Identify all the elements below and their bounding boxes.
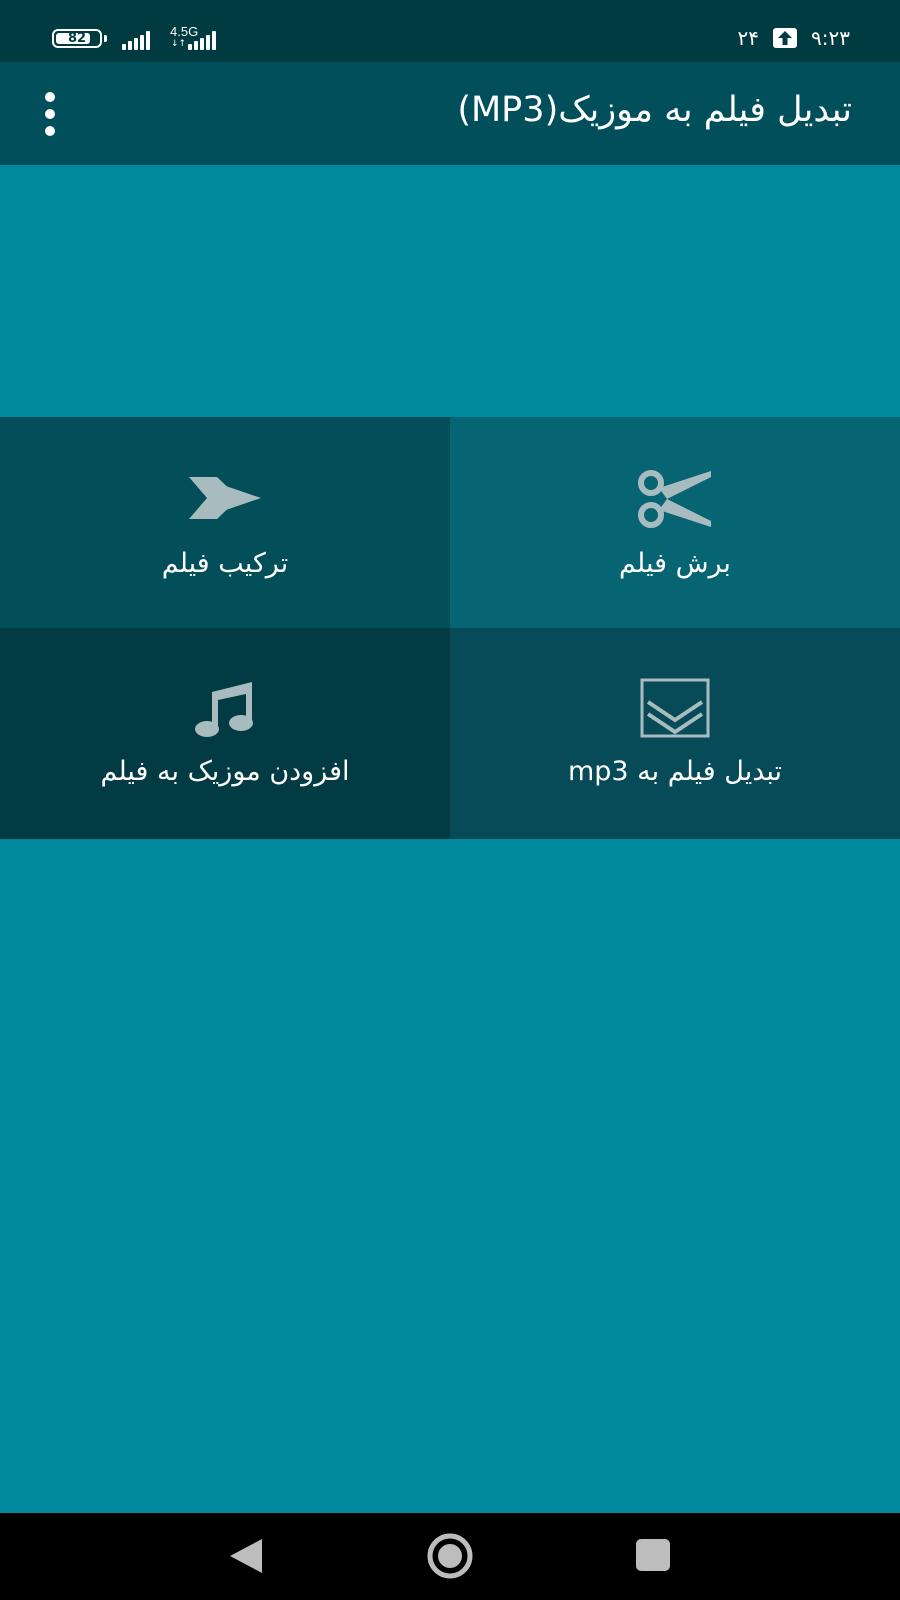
signal-icon-2: [188, 30, 216, 50]
battery-nub: [104, 35, 107, 42]
upload-icon: [773, 28, 798, 48]
cut-video-tile[interactable]: برش فیلم: [450, 417, 900, 628]
merge-video-tile[interactable]: ترکیب فیلم: [0, 417, 450, 628]
menu-dot-icon: [45, 109, 55, 119]
music-note-icon: [194, 680, 256, 742]
home-icon: [427, 1533, 473, 1579]
add-music-label: افزودن موزیک به فیلم: [100, 756, 350, 787]
recents-icon: [636, 1539, 670, 1571]
merge-video-label: ترکیب فیلم: [161, 548, 289, 579]
app-title: تبدیل فیلم به موزیک(MP3): [457, 90, 852, 130]
data-arrows: ↓↑: [171, 39, 187, 49]
app-bar: تبدیل فیلم به موزیک(MP3): [0, 62, 900, 165]
screen: 82 4.5G ↓↑ ۲۴ ۹:۲۳ تبدیل فیلم به موزیک(M…: [0, 0, 900, 1600]
back-button[interactable]: [218, 1531, 274, 1581]
overflow-menu-button[interactable]: [30, 86, 70, 142]
add-music-tile[interactable]: افزودن موزیک به فیلم: [0, 628, 450, 839]
battery-icon: 82: [52, 29, 102, 48]
notification-count: ۲۴: [737, 26, 760, 50]
home-button[interactable]: [422, 1531, 478, 1581]
feature-grid: برش فیلم ترکیب فیلم تبدیل فیلم به mp3 اف…: [0, 417, 900, 839]
scissors-icon: [637, 469, 713, 533]
banner-area: [0, 165, 900, 417]
cut-video-label: برش فیلم: [619, 548, 731, 579]
convert-mp3-label: تبدیل فیلم به mp3: [567, 756, 783, 787]
status-bar: 82 4.5G ↓↑ ۲۴ ۹:۲۳: [0, 0, 900, 62]
battery-percent: 82: [67, 31, 87, 46]
signal-icon: [122, 30, 150, 50]
convert-down-icon: [640, 678, 710, 742]
recents-button[interactable]: [626, 1531, 682, 1581]
back-icon: [230, 1539, 262, 1573]
menu-dot-icon: [45, 126, 55, 136]
status-right: ۲۴ ۹:۲۳: [738, 26, 850, 50]
navigation-bar: [0, 1513, 900, 1600]
menu-dot-icon: [45, 92, 55, 102]
clock: ۹:۲۳: [811, 26, 850, 50]
fast-forward-icon: [187, 475, 263, 525]
convert-mp3-tile[interactable]: تبدیل فیلم به mp3: [450, 628, 900, 839]
